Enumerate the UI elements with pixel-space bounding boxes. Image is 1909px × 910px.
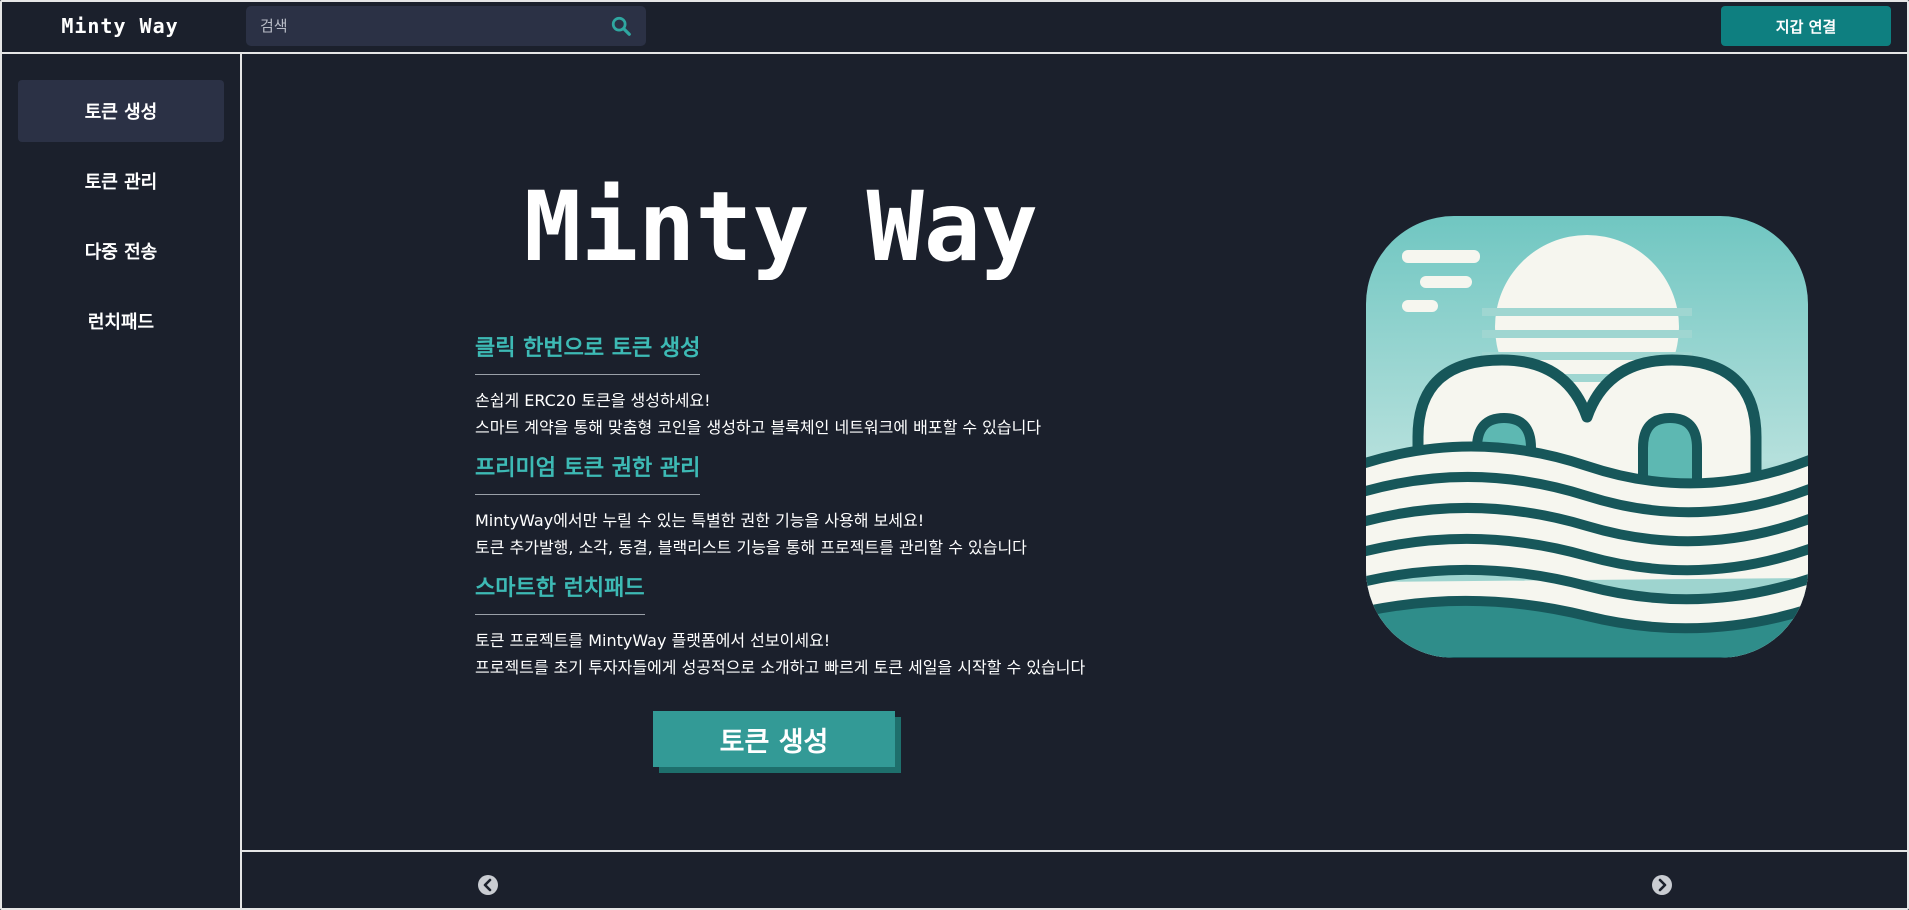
sidebar-item-token-create[interactable]: 토큰 생성 (18, 80, 224, 142)
feature-section-2: 프리미엄 토큰 권한 관리 MintyWay에서만 누릴 수 있는 특별한 권한… (475, 450, 1027, 561)
feature-section-3: 스마트한 런치패드 토큰 프로젝트를 MintyWay 플랫폼에서 선보이세요!… (475, 570, 1085, 681)
hero-title-text: Minty Way (524, 174, 1038, 283)
section-text: 토큰 추가발행, 소각, 동결, 블랙리스트 기능을 통해 프로젝트를 관리할 … (475, 538, 1027, 557)
minty-way-logo-icon (1366, 216, 1808, 658)
hero-title: Minty Way (524, 174, 1038, 283)
create-token-button[interactable]: 토큰 생성 (653, 711, 895, 767)
section-text: MintyWay에서만 누릴 수 있는 특별한 권한 기능을 사용해 보세요! (475, 511, 925, 530)
section-title: 클릭 한번으로 토큰 생성 (475, 330, 701, 375)
search-bar[interactable] (246, 6, 646, 46)
search-input[interactable] (260, 17, 610, 35)
sidebar-item-launchpad[interactable]: 런치패드 (18, 290, 224, 352)
brand-logo[interactable]: Minty Way (0, 0, 240, 52)
section-text: 프로젝트를 초기 투자자들에게 성공적으로 소개하고 빠르게 토큰 세일을 시작… (475, 658, 1086, 677)
section-title: 프리미엄 토큰 권한 관리 (475, 450, 701, 495)
search-icon[interactable] (610, 15, 632, 37)
section-title: 스마트한 런치패드 (475, 570, 645, 615)
chevron-right-icon[interactable] (1652, 875, 1672, 895)
feature-section-1: 클릭 한번으로 토큰 생성 손쉽게 ERC20 토큰을 생성하세요! 스마트 계… (475, 330, 1041, 441)
chevron-left-icon[interactable] (478, 875, 498, 895)
carousel-bar (242, 850, 1909, 910)
sidebar-item-token-manage[interactable]: 토큰 관리 (18, 150, 224, 212)
section-text: 스마트 계약을 통해 맞춤형 코인을 생성하고 블록체인 네트워크에 배포할 수… (475, 418, 1042, 437)
sidebar-item-multi-send[interactable]: 다중 전송 (18, 220, 224, 282)
main-content: Minty Way 클릭 한번으로 토큰 생성 손쉽게 ERC20 토큰을 생성… (242, 54, 1909, 852)
section-text: 토큰 프로젝트를 MintyWay 플랫폼에서 선보이세요! (475, 631, 831, 650)
top-header: Minty Way 지갑 연결 (0, 0, 1909, 54)
section-text: 손쉽게 ERC20 토큰을 생성하세요! (475, 391, 711, 410)
connect-wallet-button[interactable]: 지갑 연결 (1721, 6, 1891, 46)
cta-wrapper: 토큰 생성 (653, 711, 901, 773)
sidebar: 토큰 생성 토큰 관리 다중 전송 런치패드 (0, 54, 242, 910)
